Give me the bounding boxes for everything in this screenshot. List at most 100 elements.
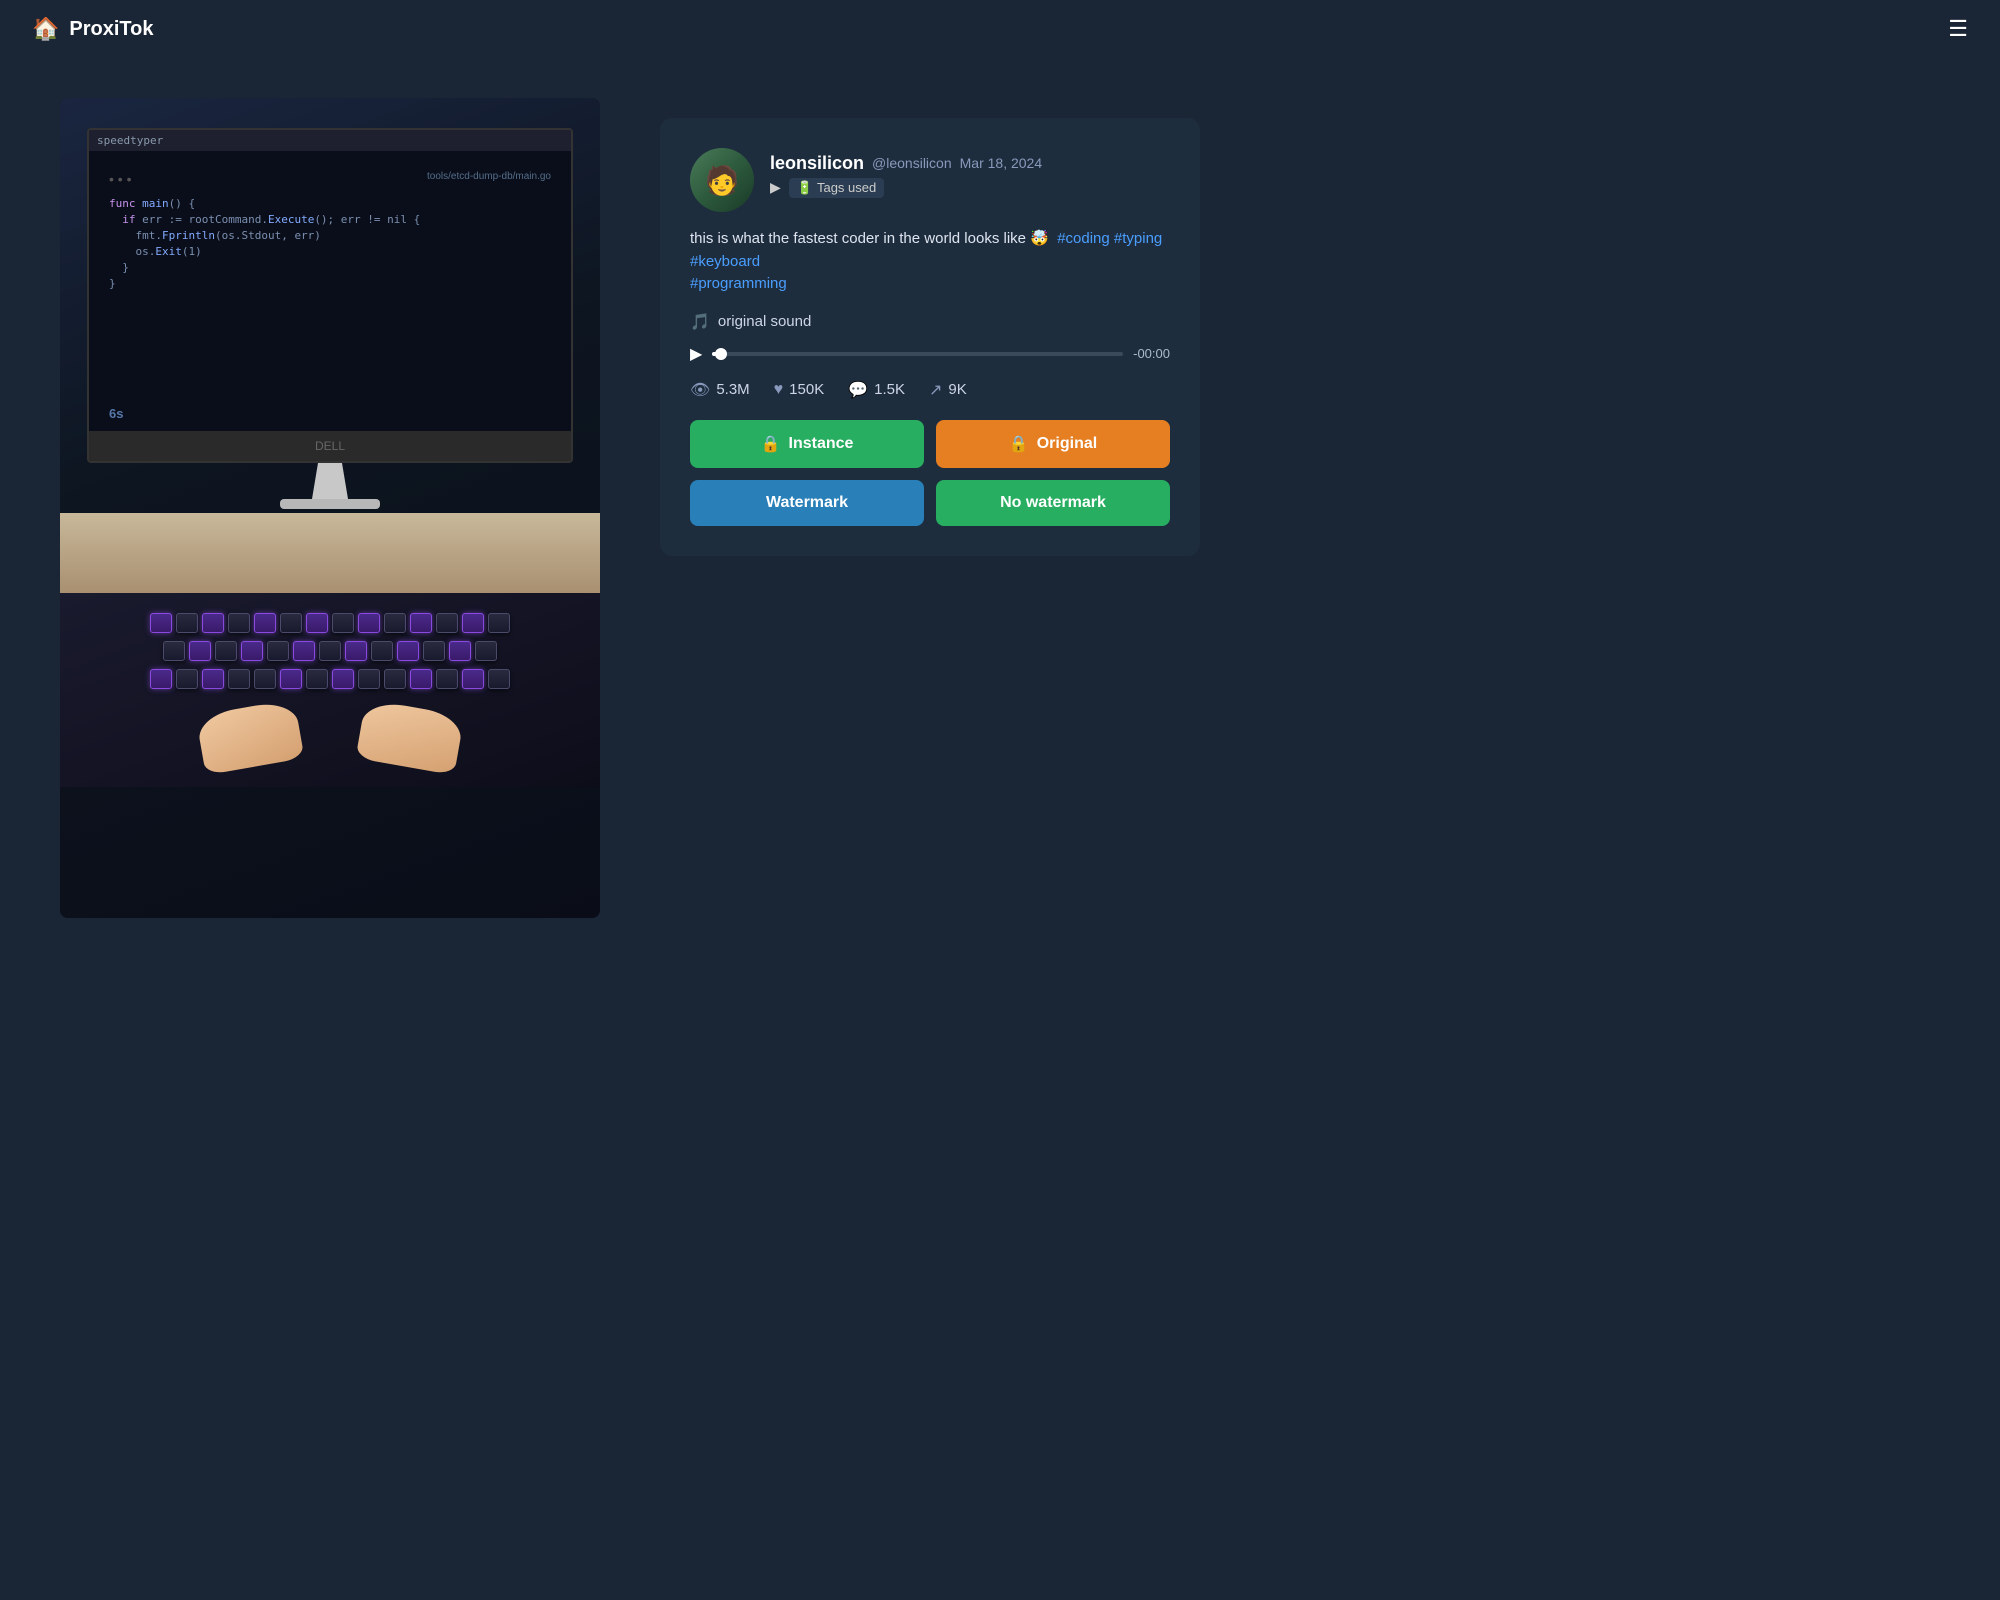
user-row: 🧑 leonsilicon @leonsilicon Mar 18, 2024 … [690, 148, 1170, 212]
code-line-4: os.Exit(1) [109, 245, 551, 258]
hashtag-keyboard[interactable]: #keyboard [690, 253, 760, 270]
key [436, 613, 458, 633]
likes-count: 150K [789, 381, 824, 398]
video-container: speedtyper tools/etcd-dump-db/main.go • … [60, 98, 600, 918]
key [150, 613, 172, 633]
no-watermark-label: No watermark [1000, 494, 1106, 511]
shares-count: 9K [948, 381, 966, 398]
key [176, 613, 198, 633]
instance-button[interactable]: 🔒 Instance [690, 420, 924, 468]
code-line-5: } [109, 261, 551, 274]
music-icon: 🎵 [690, 312, 710, 332]
download-buttons: 🔒 Instance 🔒 Original Watermark No water… [690, 420, 1170, 526]
views-count: 5.3M [716, 381, 749, 398]
time-label: -00:00 [1133, 346, 1170, 361]
comments-icon: 💬 [848, 380, 868, 400]
lock-icon-instance: 🔒 [761, 434, 781, 454]
key [384, 613, 406, 633]
key [449, 641, 471, 661]
code-line-3: fmt.Fprintln(os.Stdout, err) [109, 229, 551, 242]
code-line-6: } [109, 277, 551, 290]
key [202, 613, 224, 633]
sound-label: original sound [718, 313, 811, 330]
original-label: Original [1037, 435, 1097, 453]
views-stat: 👁 5.3M [690, 380, 750, 400]
original-button[interactable]: 🔒 Original [936, 420, 1170, 468]
play-tags-row: ▶ 🔋 Tags used [770, 178, 1042, 198]
menu-button[interactable]: ☰ [1948, 16, 1968, 42]
lock-icon-original: 🔒 [1009, 434, 1029, 454]
title-bar-text: speedtyper [97, 134, 163, 147]
video-placeholder: speedtyper tools/etcd-dump-db/main.go • … [60, 98, 600, 918]
key [306, 613, 328, 633]
audio-play-button[interactable]: ▶ [690, 344, 702, 364]
battery-icon: 🔋 [797, 180, 813, 196]
key [228, 669, 250, 689]
post-description: this is what the fastest coder in the wo… [690, 228, 1170, 296]
info-panel: 🧑 leonsilicon @leonsilicon Mar 18, 2024 … [660, 118, 1200, 556]
key [332, 613, 354, 633]
hashtag-coding[interactable]: #coding [1057, 230, 1110, 247]
key [254, 669, 276, 689]
key [488, 669, 510, 689]
key [384, 669, 406, 689]
key [358, 613, 380, 633]
avatar: 🧑 [690, 148, 754, 212]
watermark-button[interactable]: Watermark [690, 480, 924, 526]
home-icon: 🏠 [32, 16, 59, 42]
key [462, 613, 484, 633]
key [436, 669, 458, 689]
user-name-row: leonsilicon @leonsilicon Mar 18, 2024 [770, 153, 1042, 174]
key [475, 641, 497, 661]
player-row: ▶ -00:00 [690, 344, 1170, 364]
key [267, 641, 289, 661]
desk-surface [60, 513, 600, 593]
hashtag-programming[interactable]: #programming [690, 275, 787, 292]
key [306, 669, 328, 689]
user-meta: leonsilicon @leonsilicon Mar 18, 2024 ▶ … [770, 153, 1042, 208]
key [462, 669, 484, 689]
key [280, 613, 302, 633]
monitor-screen: speedtyper tools/etcd-dump-db/main.go • … [87, 128, 573, 463]
app-name: ProxiTok [69, 18, 153, 41]
key [488, 613, 510, 633]
tags-badge: 🔋 Tags used [789, 178, 884, 198]
keyboard-row-1 [150, 613, 510, 633]
app-header: 🏠 ProxiTok ☰ [0, 0, 2000, 58]
code-area: tools/etcd-dump-db/main.go • • • func ma… [89, 151, 571, 431]
key [332, 669, 354, 689]
key [371, 641, 393, 661]
logo-area: 🏠 ProxiTok [32, 16, 154, 42]
key [293, 641, 315, 661]
stats-row: 👁 5.3M ♥ 150K 💬 1.5K ↗ 9K [690, 380, 1170, 400]
video-timer: 6s [109, 406, 123, 421]
key [280, 669, 302, 689]
user-handle: @leonsilicon [872, 155, 952, 171]
post-date: Mar 18, 2024 [960, 155, 1043, 171]
sound-row: 🎵 original sound [690, 312, 1170, 332]
key [176, 669, 198, 689]
shares-icon: ↗ [929, 380, 942, 400]
tags-label: Tags used [817, 180, 876, 195]
shares-stat: ↗ 9K [929, 380, 967, 400]
left-hand [196, 699, 305, 775]
monitor-bezel: DELL [89, 431, 571, 461]
key [397, 641, 419, 661]
username: leonsilicon [770, 153, 864, 174]
no-watermark-button[interactable]: No watermark [936, 480, 1170, 526]
hashtag-typing[interactable]: #typing [1114, 230, 1162, 247]
key [163, 641, 185, 661]
likes-icon: ♥ [774, 381, 784, 399]
code-line-2: if err := rootCommand.Execute(); err != … [109, 213, 551, 226]
monitor-base [280, 499, 380, 509]
play-icon: ▶ [770, 179, 781, 196]
key [202, 669, 224, 689]
audio-progress-bar[interactable] [712, 352, 1123, 356]
monitor-stand [300, 463, 360, 499]
key [319, 641, 341, 661]
key [254, 613, 276, 633]
right-hand [356, 699, 465, 775]
likes-stat: ♥ 150K [774, 381, 825, 399]
comments-count: 1.5K [874, 381, 905, 398]
key [150, 669, 172, 689]
